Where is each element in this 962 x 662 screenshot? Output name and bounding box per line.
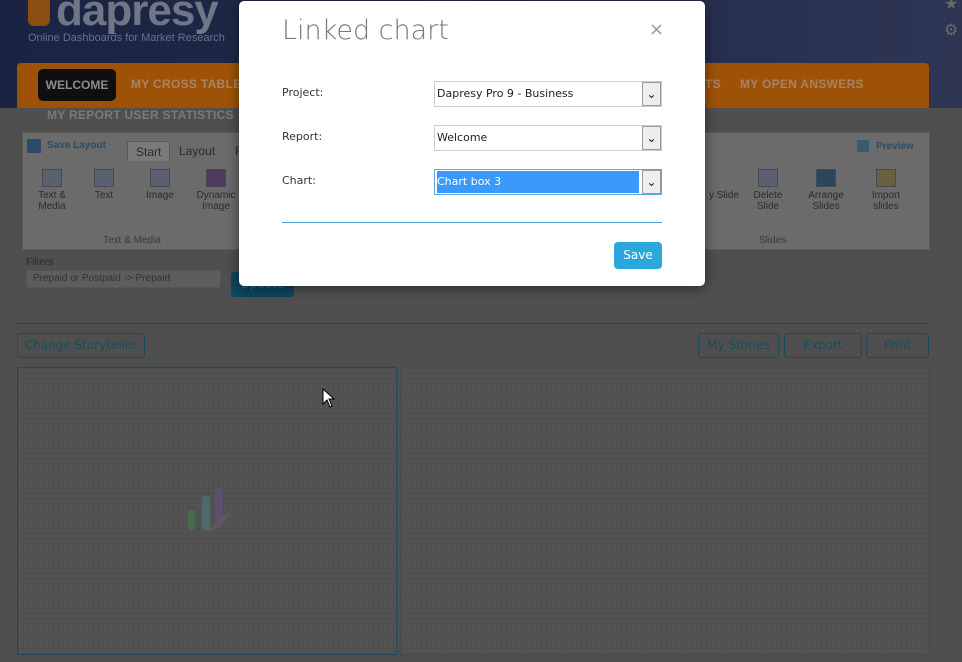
export-button[interactable]: Export xyxy=(784,333,862,358)
preview-button[interactable]: Preview xyxy=(876,141,914,152)
tab-layout[interactable]: Layout xyxy=(171,141,223,161)
chart-select[interactable]: Chart box 3 ⌄ xyxy=(434,169,662,195)
dynamic-image-icon xyxy=(206,169,226,187)
filter-select[interactable]: Prepaid or Postpaid -> Prepaid xyxy=(26,270,221,288)
chart-placeholder-icon xyxy=(188,488,231,534)
preview-icon xyxy=(857,140,869,152)
tool-text[interactable]: Text xyxy=(79,169,129,201)
text-media-icon xyxy=(42,169,62,187)
mouse-cursor-icon xyxy=(322,388,336,408)
chevron-down-icon[interactable]: ⌄ xyxy=(642,170,661,194)
report-select[interactable]: Welcome ⌄ xyxy=(434,125,662,151)
chevron-down-icon[interactable]: ⌄ xyxy=(642,82,661,106)
save-button[interactable]: Save xyxy=(614,242,662,269)
filters-label: Filters xyxy=(26,257,54,268)
nav-reports[interactable]: TS xyxy=(705,77,721,91)
group-label-text-media: Text & Media xyxy=(103,235,161,246)
chart-label: Chart: xyxy=(282,174,316,187)
nav-welcome[interactable]: WELCOME xyxy=(38,69,116,101)
linked-chart-modal: Linked chart × Project: Dapresy Pro 9 - … xyxy=(239,1,705,286)
logo-mark xyxy=(28,0,50,26)
project-label: Project: xyxy=(282,86,324,99)
divider xyxy=(17,323,929,324)
slide-canvas[interactable] xyxy=(400,367,929,655)
import-slides-icon xyxy=(876,169,896,187)
close-icon[interactable]: × xyxy=(649,19,664,40)
chart-box-selected[interactable] xyxy=(17,367,397,655)
delete-slide-icon xyxy=(758,169,778,187)
gear-icon[interactable]: ⚙ xyxy=(944,20,958,39)
tool-arrange-slides[interactable]: Arrange Slides xyxy=(801,169,851,212)
my-stories-button[interactable]: My Stories xyxy=(698,333,779,358)
change-storyteller-button[interactable]: Change Storyteller xyxy=(17,333,145,358)
project-select[interactable]: Dapresy Pro 9 - Business ⌄ xyxy=(434,81,662,107)
tab-start[interactable]: Start xyxy=(127,141,171,161)
nav-my-cross-table[interactable]: MY CROSS TABLE xyxy=(131,77,241,91)
chevron-down-icon[interactable]: ⌄ xyxy=(642,126,661,150)
nav-my-open-answers[interactable]: MY OPEN ANSWERS xyxy=(740,77,864,91)
tagline: Online Dashboards for Market Research xyxy=(28,32,225,44)
group-label-slides: Slides xyxy=(759,235,787,246)
tool-copy-slide[interactable]: y Slide xyxy=(699,169,749,201)
logo[interactable]: dapresy xyxy=(56,0,219,36)
tool-text-media[interactable]: Text & Media xyxy=(27,169,77,212)
image-icon xyxy=(150,169,170,187)
tool-image[interactable]: Image xyxy=(135,169,185,201)
tool-import-slides[interactable]: Import slides xyxy=(861,169,911,212)
star-icon[interactable]: ★ xyxy=(944,0,958,13)
save-layout-button[interactable]: Save Layout xyxy=(47,140,106,151)
tool-dynamic-image[interactable]: Dynamic Image xyxy=(191,169,241,212)
arrange-slides-icon xyxy=(816,169,836,187)
print-button[interactable]: Print xyxy=(866,333,929,358)
save-icon xyxy=(27,139,41,153)
report-label: Report: xyxy=(282,130,323,143)
nav-my-report-user-statistics[interactable]: MY REPORT USER STATISTICS xyxy=(47,108,234,122)
text-icon xyxy=(94,169,114,187)
modal-title: Linked chart xyxy=(282,15,449,46)
tool-delete-slide[interactable]: Delete Slide xyxy=(743,169,793,212)
modal-divider xyxy=(282,222,662,223)
